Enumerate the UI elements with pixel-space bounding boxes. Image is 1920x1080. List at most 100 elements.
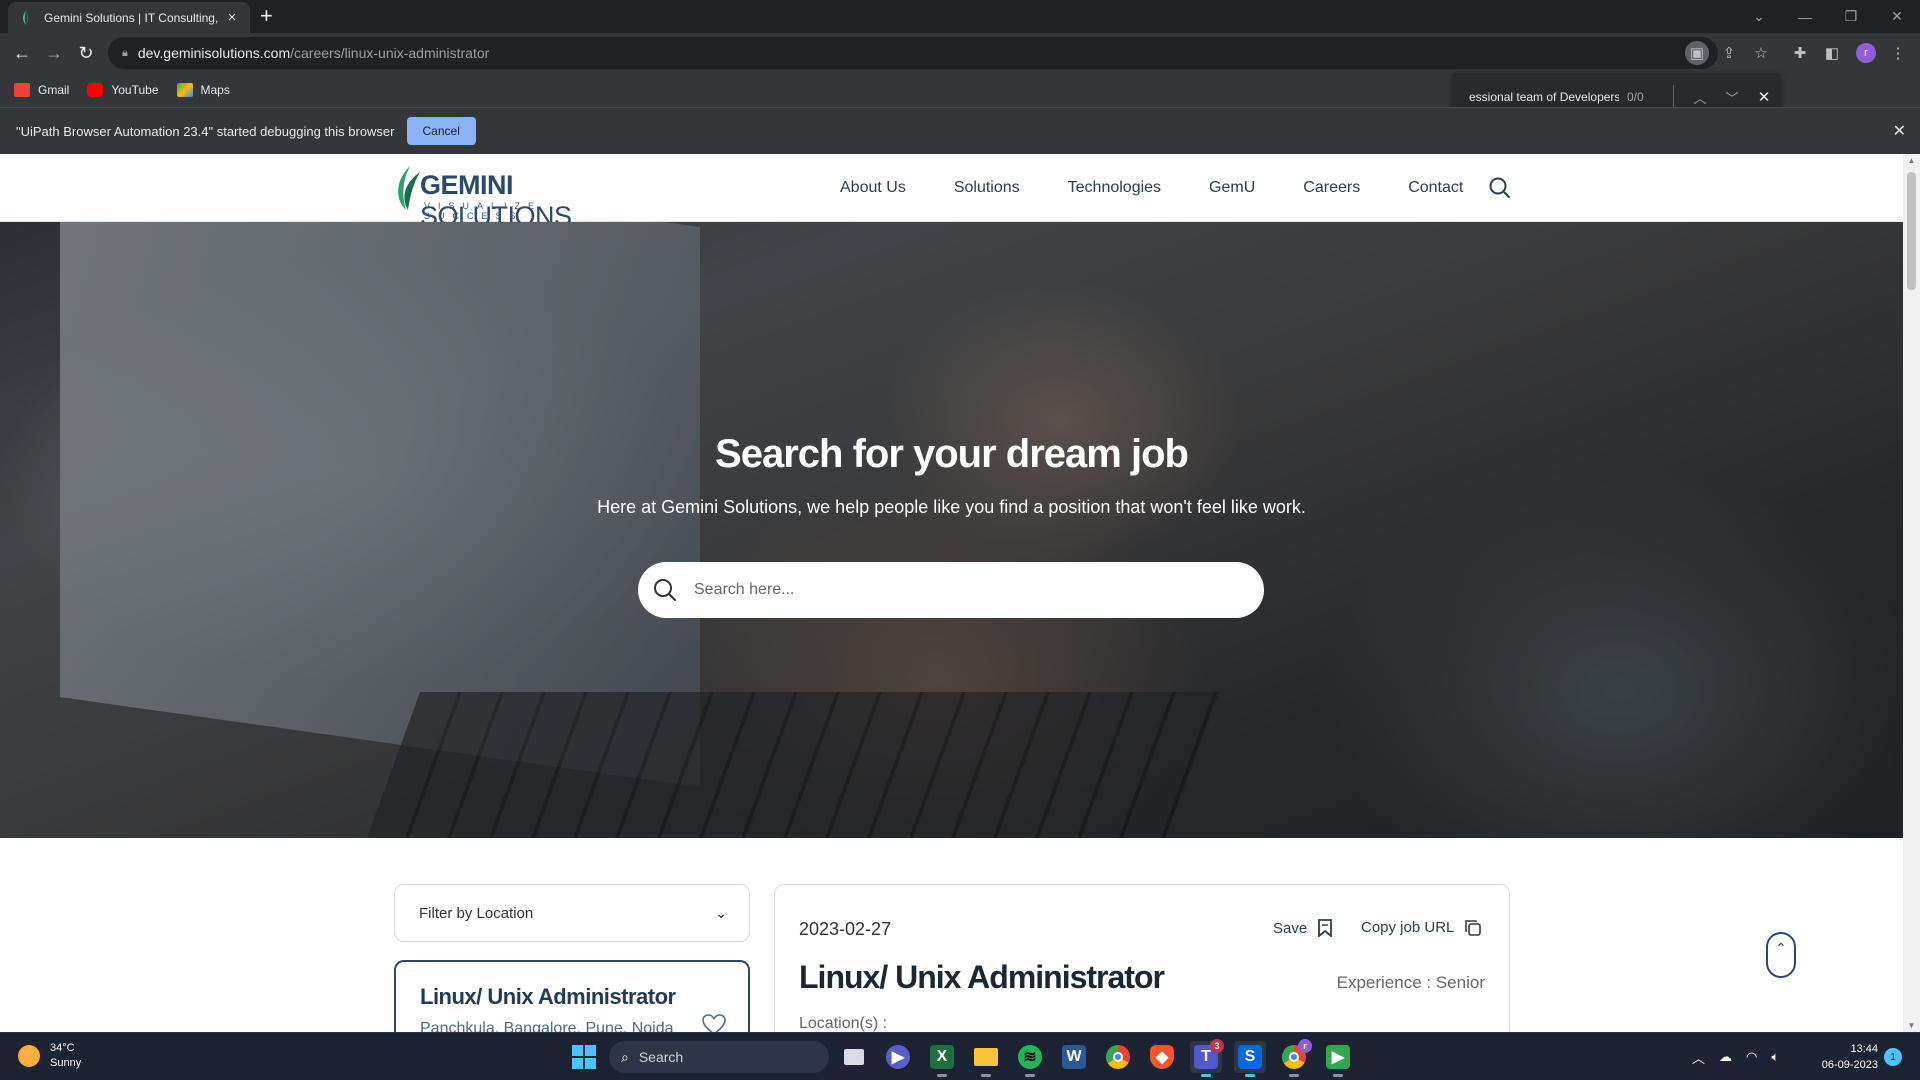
windows-start-icon[interactable] <box>572 1045 596 1069</box>
find-input[interactable]: essional team of Developers <box>1469 90 1619 104</box>
page-action-icon[interactable]: ▣ <box>1685 41 1709 65</box>
job-list-item[interactable]: Linux/ Unix Administrator Panchkula, Ban… <box>394 960 750 1032</box>
minimize-icon[interactable]: — <box>1782 0 1828 33</box>
nav-careers[interactable]: Careers <box>1303 179 1360 197</box>
reload-icon[interactable]: ↻ <box>74 41 98 65</box>
chrome-profile-badge: r <box>1298 1039 1312 1053</box>
search-icon[interactable] <box>1488 176 1512 200</box>
browser-tab-active[interactable]: Gemini Solutions | IT Consulting, × <box>8 2 250 33</box>
page-scrollbar[interactable]: ▲ ▼ <box>1903 154 1920 1032</box>
excel-icon[interactable]: X <box>926 1041 958 1077</box>
job-detail-title: Linux/ Unix Administrator <box>799 959 1165 995</box>
chrome-profile-icon[interactable]: r <box>1278 1039 1312 1077</box>
find-close-icon[interactable]: ✕ <box>1748 88 1780 106</box>
gemini-logo[interactable]: GEMINI SOLUTIONS VISUALIZE SUCCESS <box>392 166 652 231</box>
nav-technologies[interactable]: Technologies <box>1068 179 1161 197</box>
hero-subtitle: Here at Gemini Solutions, we help people… <box>597 497 1306 517</box>
wifi-icon[interactable]: ◠ <box>1746 1049 1757 1065</box>
nav-contact[interactable]: Contact <box>1408 179 1463 197</box>
tab-search-icon[interactable]: ⌄ <box>1736 0 1782 33</box>
system-tray: ︿ ☁ ◠ 🔈︎ <box>1692 1041 1779 1073</box>
tab-close-icon[interactable]: × <box>224 9 240 26</box>
heart-icon[interactable] <box>702 1014 726 1032</box>
job-experience: Experience : Senior <box>1336 973 1485 992</box>
leaf-logo-icon <box>398 166 420 210</box>
job-search-input[interactable] <box>694 581 1214 599</box>
find-match-count: 0/0 <box>1627 90 1644 104</box>
main-nav: About Us Solutions Technologies GemU Car… <box>840 154 1463 222</box>
bookmark-maps[interactable]: Maps <box>176 83 230 97</box>
teams-badge: 3 <box>1210 1039 1224 1053</box>
more-menu-icon[interactable]: ⋮ <box>1886 41 1910 65</box>
maps-icon <box>176 83 193 97</box>
job-card-title: Linux/ Unix Administrator <box>420 984 676 1009</box>
system-clock[interactable]: 13:44 06-09-2023 <box>1808 1041 1878 1073</box>
nav-gemu[interactable]: GemU <box>1209 179 1255 197</box>
side-panel-icon[interactable]: ◧ <box>1820 41 1844 65</box>
weather-widget[interactable]: 34°C Sunny <box>18 1041 81 1071</box>
infobar-close-icon[interactable]: ✕ <box>1893 121 1906 141</box>
meet-icon[interactable]: ▶ <box>882 1041 914 1073</box>
brave-icon[interactable]: ◆ <box>1146 1041 1178 1073</box>
find-previous-icon[interactable]: ︿ <box>1684 88 1716 107</box>
close-window-icon[interactable]: ✕ <box>1874 0 1920 33</box>
youtube-icon <box>87 83 104 97</box>
gemini-favicon-icon <box>23 10 29 25</box>
job-locations-label: Location(s) : <box>799 1015 888 1032</box>
back-icon[interactable]: ← <box>10 41 34 65</box>
hero-banner: Search for your dream job Here at Gemini… <box>0 222 1903 838</box>
restore-icon[interactable]: ❐ <box>1828 0 1874 33</box>
teams-icon[interactable]: T 3 <box>1190 1039 1224 1077</box>
url-path: /careers/linux-unix-administrator <box>290 45 490 61</box>
chevron-up-icon: ⌃ <box>1775 940 1787 956</box>
job-search-box[interactable] <box>638 562 1264 618</box>
chevron-up-icon[interactable]: ︿ <box>1692 1048 1705 1067</box>
nav-solutions[interactable]: Solutions <box>954 179 1020 197</box>
filter-label: Filter by Location <box>419 904 534 922</box>
scrollbar-thumb[interactable] <box>1907 172 1916 290</box>
scroll-up-arrow-icon[interactable]: ▲ <box>1903 156 1920 165</box>
scroll-down-arrow-icon[interactable]: ▼ <box>1903 1021 1920 1030</box>
copy-job-url-button[interactable]: Copy job URL <box>1361 919 1482 936</box>
bookmark-gmail[interactable]: Gmail <box>14 83 69 97</box>
spotify-icon[interactable]: ≋ <box>1014 1041 1046 1077</box>
folder-icon[interactable] <box>970 1041 1002 1077</box>
word-icon[interactable]: W <box>1058 1041 1090 1073</box>
weather-condition: Sunny <box>50 1057 82 1069</box>
task-view-icon[interactable] <box>838 1041 870 1073</box>
extensions-icon[interactable]: ✚ <box>1788 41 1812 65</box>
copy-icon <box>1465 920 1482 936</box>
browser-tab-strip: Gemini Solutions | IT Consulting, × + ⌄ … <box>0 0 1920 33</box>
bookmark-icon <box>1318 919 1333 937</box>
debugging-infobar: "UiPath Browser Automation 23.4" started… <box>0 107 1920 154</box>
uipath-icon[interactable]: S <box>1234 1041 1266 1077</box>
job-card-locations: Panchkula, Bangalore, Pune, Noida <box>420 1020 674 1032</box>
taskbar-search[interactable]: ⌕ Search <box>609 1041 829 1073</box>
browser-toolbar: ← → ↻ 🔒︎ dev.geminisolutions.com/careers… <box>0 33 1920 73</box>
forward-icon[interactable]: → <box>42 41 66 65</box>
tab-title: Gemini Solutions | IT Consulting, <box>44 10 219 25</box>
hero-title: Search for your dream job <box>715 432 1189 476</box>
lock-icon[interactable]: 🔒︎ <box>122 47 128 60</box>
location-filter-dropdown[interactable]: Filter by Location ⌄ <box>394 884 750 942</box>
notification-badge[interactable]: 1 <box>1884 1048 1902 1066</box>
scroll-to-top-button[interactable]: ⌃ <box>1766 932 1796 978</box>
profile-avatar[interactable]: r <box>1856 43 1876 63</box>
nav-about-us[interactable]: About Us <box>840 179 906 197</box>
chrome-icon[interactable] <box>1102 1041 1134 1073</box>
share-icon[interactable]: ⇪ <box>1717 41 1741 65</box>
bookmark-youtube[interactable]: YouTube <box>87 83 159 97</box>
find-next-icon[interactable]: ﹀ <box>1716 88 1748 107</box>
uipath-assistant-icon[interactable]: ▶ <box>1322 1041 1354 1077</box>
job-posted-date: 2023-02-27 <box>799 919 892 939</box>
address-bar[interactable]: 🔒︎ dev.geminisolutions.com/careers/linux… <box>108 37 1718 69</box>
onedrive-cloud-icon[interactable]: ☁ <box>1719 1049 1732 1065</box>
cancel-debugging-button[interactable]: Cancel <box>406 117 476 145</box>
sun-icon <box>18 1045 40 1067</box>
bookmark-star-icon[interactable]: ☆ <box>1749 41 1773 65</box>
new-tab-icon[interactable]: + <box>260 5 273 27</box>
taskbar-search-label: Search <box>638 1049 684 1065</box>
save-job-button[interactable]: Save <box>1273 919 1333 937</box>
bookmark-label: YouTube <box>111 83 159 97</box>
volume-icon[interactable]: 🔈︎ <box>1771 1049 1779 1065</box>
